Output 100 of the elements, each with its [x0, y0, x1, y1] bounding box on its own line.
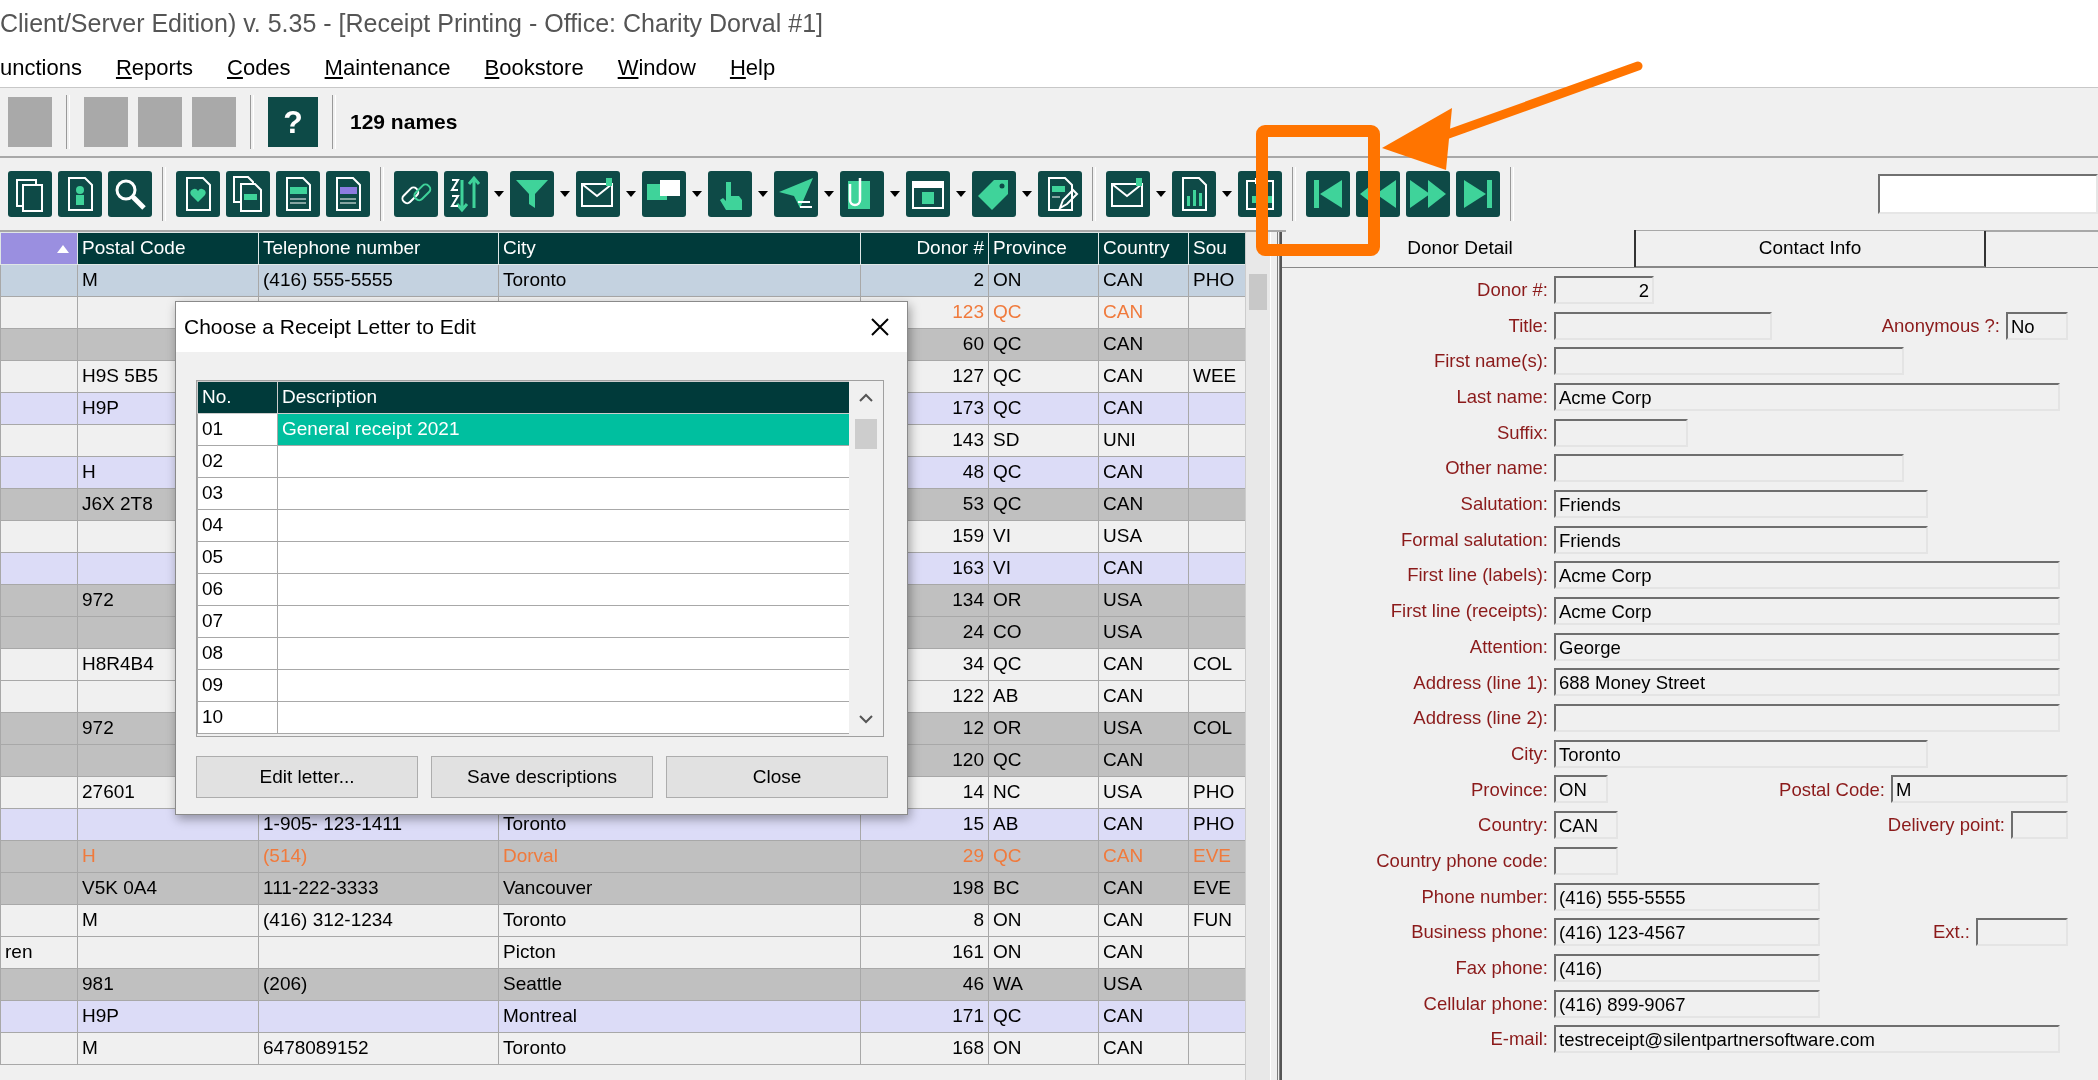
table-cell[interactable] — [277, 445, 850, 478]
dialog-button[interactable]: Close — [666, 756, 888, 798]
splitter[interactable] — [1270, 232, 1280, 1080]
envelope-icon[interactable] — [576, 171, 620, 217]
caret-icon[interactable] — [1156, 191, 1166, 197]
table-cell[interactable] — [277, 573, 850, 606]
tab[interactable]: Donor Detail — [1286, 230, 1636, 267]
table-cell[interactable] — [277, 509, 850, 542]
document-pencil-icon[interactable] — [1038, 171, 1082, 217]
menu-item[interactable]: Maintenance — [324, 51, 451, 84]
column-header[interactable]: Donor # — [860, 232, 989, 265]
input-field[interactable]: 2 — [1554, 275, 1654, 304]
column-header[interactable]: Country — [1098, 232, 1189, 265]
caret-icon[interactable] — [626, 191, 636, 197]
person-document-icon[interactable] — [58, 171, 102, 217]
input-field[interactable]: Acme Corp — [1554, 597, 2060, 626]
search-field[interactable] — [1878, 174, 2098, 214]
menu-item[interactable]: Window — [617, 51, 696, 84]
caret-icon[interactable] — [824, 191, 834, 197]
input-field[interactable] — [1554, 347, 1904, 376]
table-cell: QC — [988, 360, 1099, 393]
input-field[interactable]: CAN — [1554, 811, 1618, 840]
input-field[interactable]: (416) 123-4567 — [1554, 918, 1820, 947]
input-field[interactable] — [1554, 704, 2060, 733]
menu-item[interactable]: Bookstore — [484, 51, 584, 84]
column-header[interactable]: Telephone number — [258, 232, 499, 265]
input-field[interactable]: No — [2006, 311, 2068, 340]
funnel-icon[interactable] — [510, 171, 554, 217]
table-cell[interactable] — [277, 637, 850, 670]
table-cell[interactable] — [277, 669, 850, 702]
sort-icon[interactable] — [444, 171, 488, 217]
table-cell[interactable] — [277, 701, 850, 734]
table-cell[interactable] — [277, 477, 850, 510]
fast-forward-icon[interactable] — [1406, 171, 1450, 217]
paper-plane-icon[interactable] — [774, 171, 818, 217]
scroll-up-icon[interactable] — [858, 393, 874, 403]
heart-document-icon[interactable] — [176, 171, 220, 217]
input-field[interactable]: M — [1891, 775, 2068, 804]
tag-icon[interactable] — [972, 171, 1016, 217]
document-icon[interactable] — [326, 171, 370, 217]
last-record-icon[interactable] — [1456, 171, 1500, 217]
dialog-button[interactable]: Save descriptions — [431, 756, 653, 798]
input-field[interactable]: (416) 899-9067 — [1554, 989, 1820, 1018]
caret-icon[interactable] — [1222, 191, 1232, 197]
link-icon[interactable] — [394, 171, 438, 217]
scroll-down-icon[interactable] — [858, 714, 874, 724]
column-header[interactable]: Postal Code — [77, 232, 259, 265]
column-header[interactable]: No. — [197, 381, 278, 414]
calendar-icon[interactable] — [906, 171, 950, 217]
chat-icon[interactable] — [642, 171, 686, 217]
caret-icon[interactable] — [758, 191, 768, 197]
chart-document-icon[interactable] — [1172, 171, 1216, 217]
scrollbar-thumb[interactable] — [1249, 274, 1267, 310]
input-field[interactable]: ON — [1554, 775, 1608, 804]
paperclip-icon[interactable] — [840, 171, 884, 217]
input-field[interactable] — [2011, 811, 2068, 840]
menu-item[interactable]: unctions — [0, 51, 82, 84]
tab[interactable]: Contact Info — [1636, 231, 1986, 267]
table-cell[interactable] — [277, 605, 850, 638]
caret-icon[interactable] — [560, 191, 570, 197]
input-field[interactable] — [1976, 918, 2068, 947]
input-field[interactable] — [1554, 418, 1688, 447]
input-field[interactable]: (416) — [1554, 953, 1820, 982]
caret-icon[interactable] — [956, 191, 966, 197]
scrollbar[interactable] — [1245, 232, 1270, 1080]
caret-icon[interactable] — [890, 191, 900, 197]
scrollbar-thumb[interactable] — [855, 419, 877, 449]
input-field[interactable]: Friends — [1554, 525, 1928, 554]
input-field[interactable] — [1554, 846, 1618, 875]
pages-icon[interactable] — [8, 171, 52, 217]
dialog-button[interactable]: Edit letter... — [196, 756, 418, 798]
caret-icon[interactable] — [692, 191, 702, 197]
search-icon[interactable] — [108, 171, 152, 217]
column-header[interactable]: Sou — [1188, 232, 1246, 265]
input-field[interactable]: (416) 555-5555 — [1554, 882, 1820, 911]
menu-item[interactable]: Codes — [227, 51, 291, 84]
menu-item[interactable]: Help — [729, 51, 776, 84]
table-cell: (514) — [258, 840, 499, 873]
document-icon[interactable] — [276, 171, 320, 217]
input-field[interactable]: Acme Corp — [1554, 382, 2060, 411]
column-header[interactable]: Description — [277, 381, 850, 414]
hand-icon[interactable] — [708, 171, 752, 217]
column-header[interactable]: Province — [988, 232, 1099, 265]
document-stack-icon[interactable] — [226, 171, 270, 217]
input-field[interactable]: Toronto — [1554, 739, 1928, 768]
input-field[interactable] — [1554, 454, 1904, 483]
menu-item[interactable]: Reports — [115, 51, 193, 84]
first-record-icon[interactable] — [1306, 171, 1350, 217]
input-field[interactable]: 688 Money Street — [1554, 668, 2060, 697]
table-cell[interactable] — [277, 541, 850, 574]
input-field[interactable]: Acme Corp — [1554, 561, 2060, 590]
caret-icon[interactable] — [1022, 191, 1032, 197]
input-field[interactable]: George — [1554, 632, 2060, 661]
input-field[interactable] — [1554, 311, 1772, 340]
envelope-icon[interactable] — [1106, 171, 1150, 217]
help-button[interactable]: ? — [268, 97, 318, 147]
input-field[interactable]: testreceipt@silentpartnersoftware.com — [1554, 1025, 2060, 1054]
input-field[interactable]: Friends — [1554, 489, 1928, 518]
column-header[interactable]: City — [498, 232, 861, 265]
caret-icon[interactable] — [494, 191, 504, 197]
